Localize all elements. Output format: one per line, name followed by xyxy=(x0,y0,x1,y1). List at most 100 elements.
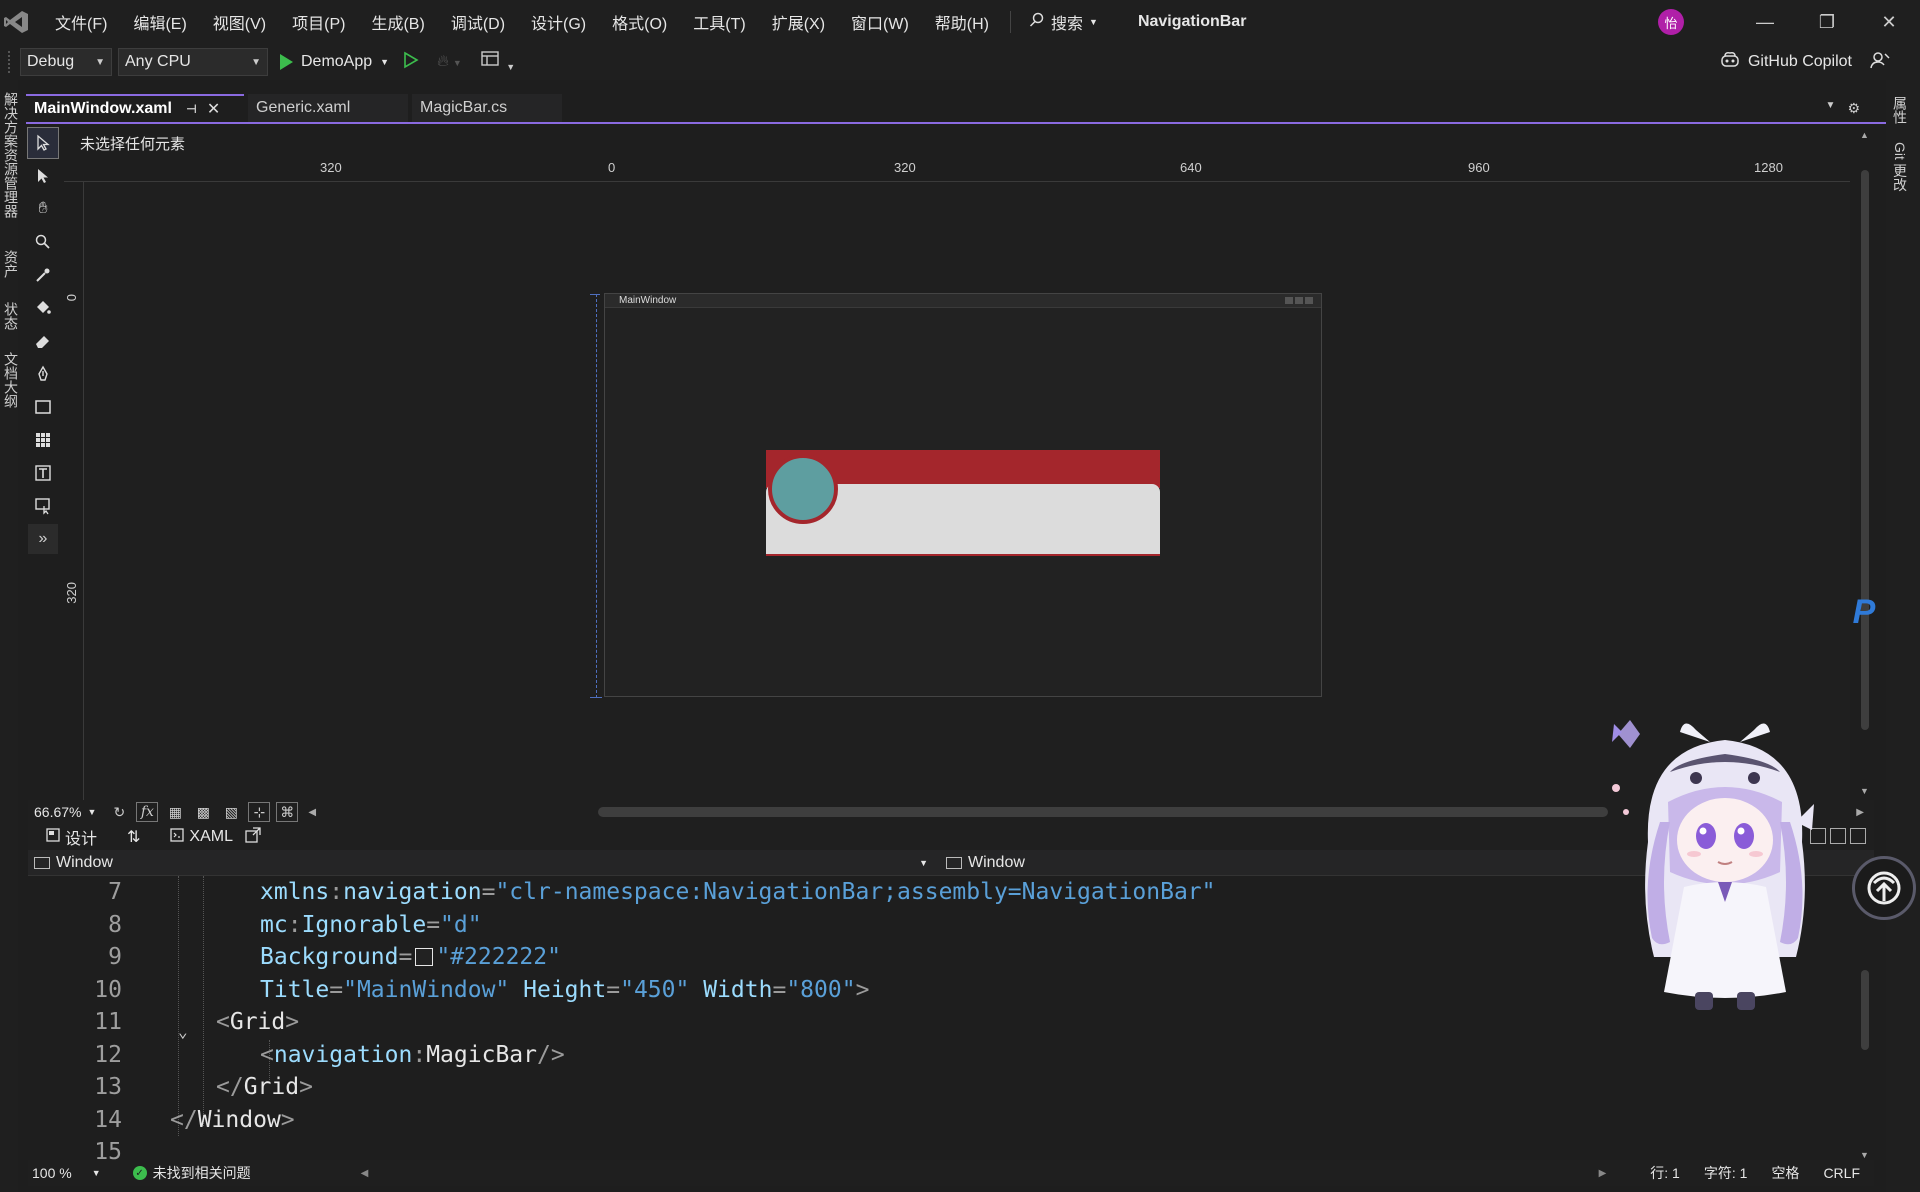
line-ending-indicator[interactable]: CRLF xyxy=(1823,1165,1860,1181)
menu-item[interactable]: 项目(P) xyxy=(279,0,358,44)
issues-indicator[interactable]: ✓ 未找到相关问题 xyxy=(132,1163,251,1183)
github-copilot-button[interactable]: GitHub Copilot xyxy=(1720,44,1890,80)
properties-tab[interactable]: 属性 xyxy=(1890,96,1910,124)
tab-label: MagicBar.cs xyxy=(420,99,508,116)
pin-icon[interactable]: ⊣ xyxy=(186,102,197,116)
xaml-view-label: XAML xyxy=(189,828,233,845)
design-view-tab[interactable]: 设计 xyxy=(46,825,97,849)
editor-zoom-combo[interactable]: 100 % ▼ xyxy=(28,1165,101,1181)
fold-toggle-icon[interactable]: ⌄ xyxy=(178,1022,188,1041)
assets-tab[interactable]: 资产 xyxy=(1,250,21,278)
scroll-right-icon[interactable]: ▶ xyxy=(1599,1168,1607,1179)
zoom-combo[interactable]: 66.67% ▼ xyxy=(28,804,102,820)
close-tab-icon[interactable]: ✕ xyxy=(207,99,220,119)
start-debugging-button[interactable]: DemoApp ▼ xyxy=(280,53,389,71)
menu-item[interactable]: 格式(O) xyxy=(599,0,680,44)
menu-item[interactable]: 工具(T) xyxy=(680,0,758,44)
menu-item[interactable]: 帮助(H) xyxy=(922,0,1002,44)
scrollbar-thumb[interactable] xyxy=(1861,170,1869,730)
document-outline-tab[interactable]: 文档大纲 xyxy=(1,352,21,408)
code-token: MagicBar xyxy=(426,1041,537,1068)
menu-item[interactable]: 生成(B) xyxy=(358,0,437,44)
layout-button[interactable]: ▼ xyxy=(480,50,515,75)
grid-layout-icon[interactable] xyxy=(28,425,58,455)
selection-tool-icon[interactable] xyxy=(27,127,59,159)
menu-item[interactable]: 视图(V) xyxy=(200,0,279,44)
code-text: <Grid> xyxy=(216,1009,299,1035)
menu-item[interactable]: 调试(D) xyxy=(438,0,518,44)
design-view-icon xyxy=(46,827,60,847)
control-icon[interactable] xyxy=(28,491,58,521)
gear-icon[interactable]: ⚙ xyxy=(1847,100,1860,117)
xaml-code-editor[interactable]: 7 xmlns:navigation="clr-namespace:Navigat… xyxy=(28,876,1874,1165)
restore-button[interactable]: ❐ xyxy=(1796,0,1858,44)
account-avatar[interactable]: 怡 xyxy=(1658,9,1684,35)
xaml-view-tab[interactable]: XAML xyxy=(170,827,233,847)
menu-item[interactable]: 窗口(W) xyxy=(838,0,922,44)
text-block-icon[interactable] xyxy=(28,458,58,488)
checkerboard-icon[interactable]: ▧ xyxy=(220,802,242,822)
char-indicator[interactable]: 字符: 1 xyxy=(1704,1163,1748,1183)
tab-dropdown-icon[interactable]: ▼ xyxy=(1826,100,1836,117)
effects-fx-icon[interactable]: fx xyxy=(136,802,159,822)
popout-xaml-button[interactable] xyxy=(245,826,261,848)
grid-icon[interactable]: ▦ xyxy=(164,802,186,822)
configuration-combo[interactable]: Debug ▼ xyxy=(20,48,112,76)
eraser-icon[interactable] xyxy=(28,326,58,356)
more-tools-icon[interactable]: » xyxy=(28,524,58,554)
visual-studio-logo-icon[interactable] xyxy=(2,7,32,37)
rectangle-icon[interactable] xyxy=(28,392,58,422)
magicbar-control[interactable] xyxy=(766,450,1160,556)
solution-explorer-tab[interactable]: 解决方案资源管理器 xyxy=(1,92,21,218)
states-tab[interactable]: 状态 xyxy=(1,302,21,330)
zoom-icon[interactable] xyxy=(28,227,58,257)
ruler-tick: 640 xyxy=(1180,160,1202,175)
menu-item[interactable]: 文件(F) xyxy=(42,0,120,44)
toolbar-grip[interactable] xyxy=(8,51,12,73)
menu-item[interactable]: 设计(G) xyxy=(518,0,599,44)
element-scope-dropdown[interactable]: Window ▼ xyxy=(28,854,936,872)
scroll-left-icon[interactable]: ◀ xyxy=(308,807,316,818)
tab-magicbar-cs[interactable]: MagicBar.cs xyxy=(412,94,562,122)
color-swatch[interactable] xyxy=(415,948,434,966)
feedback-icon[interactable] xyxy=(1870,51,1890,74)
line-number: 8 xyxy=(108,911,122,938)
line-indicator[interactable]: 行: 1 xyxy=(1650,1163,1680,1183)
refresh-icon[interactable]: ↻ xyxy=(108,802,130,822)
platform-combo[interactable]: Any CPU ▼ xyxy=(118,48,268,76)
close-button[interactable]: ✕ xyxy=(1858,0,1920,44)
git-changes-tab[interactable]: Git 更改 xyxy=(1890,142,1910,192)
pan-hand-icon[interactable]: ✋︎ xyxy=(28,194,58,224)
ruler-tick: 0 xyxy=(608,160,616,175)
p-plugin-icon[interactable]: P xyxy=(1842,587,1886,637)
element-member-dropdown[interactable]: Window xyxy=(936,854,1025,872)
ruler-tick: 1280 xyxy=(1754,160,1783,175)
code-token: navigation xyxy=(343,879,482,905)
scroll-right-icon[interactable]: ▶ xyxy=(1856,807,1864,818)
pen-icon[interactable] xyxy=(28,359,58,389)
editor-vertical-scrollbar[interactable]: ▼ xyxy=(1858,880,1872,1160)
minimize-button[interactable]: — xyxy=(1734,0,1796,44)
menu-item[interactable]: 编辑(E) xyxy=(120,0,199,44)
tab-generic-xaml[interactable]: Generic.xaml xyxy=(248,94,408,122)
start-without-debugging-button[interactable] xyxy=(403,51,419,74)
scroll-left-icon[interactable]: ◀ xyxy=(361,1168,369,1179)
tab-label: MainWindow.xaml xyxy=(34,100,172,117)
snap-to-snaplines-icon[interactable]: ⊹ xyxy=(248,802,271,822)
tab-mainwindow-xaml[interactable]: MainWindow.xaml ⊣ ✕ xyxy=(26,94,244,122)
designer-vertical-scrollbar[interactable]: ▲ ▼ xyxy=(1858,130,1872,796)
search-button[interactable]: 搜索 ▼ xyxy=(1019,10,1108,34)
direct-select-icon[interactable] xyxy=(28,161,58,191)
eyedropper-icon[interactable] xyxy=(28,260,58,290)
paint-bucket-icon[interactable] xyxy=(28,293,58,323)
collapse-pane-icon[interactable] xyxy=(1850,828,1866,844)
swap-panes-button[interactable]: ⇅ xyxy=(127,827,140,847)
designer-horizontal-scrollbar[interactable] xyxy=(598,807,1608,817)
project-code-icon[interactable]: ⌘ xyxy=(276,802,299,822)
menu-item[interactable]: 扩展(X) xyxy=(759,0,838,44)
floating-assistant-button[interactable] xyxy=(1852,856,1916,920)
hot-reload-button[interactable]: 🔥︎ ▼ xyxy=(437,53,462,71)
whitespace-indicator[interactable]: 空格 xyxy=(1771,1163,1799,1183)
scrollbar-thumb[interactable] xyxy=(1861,970,1869,1050)
snap-gridlines-icon[interactable]: ▩ xyxy=(192,802,214,822)
